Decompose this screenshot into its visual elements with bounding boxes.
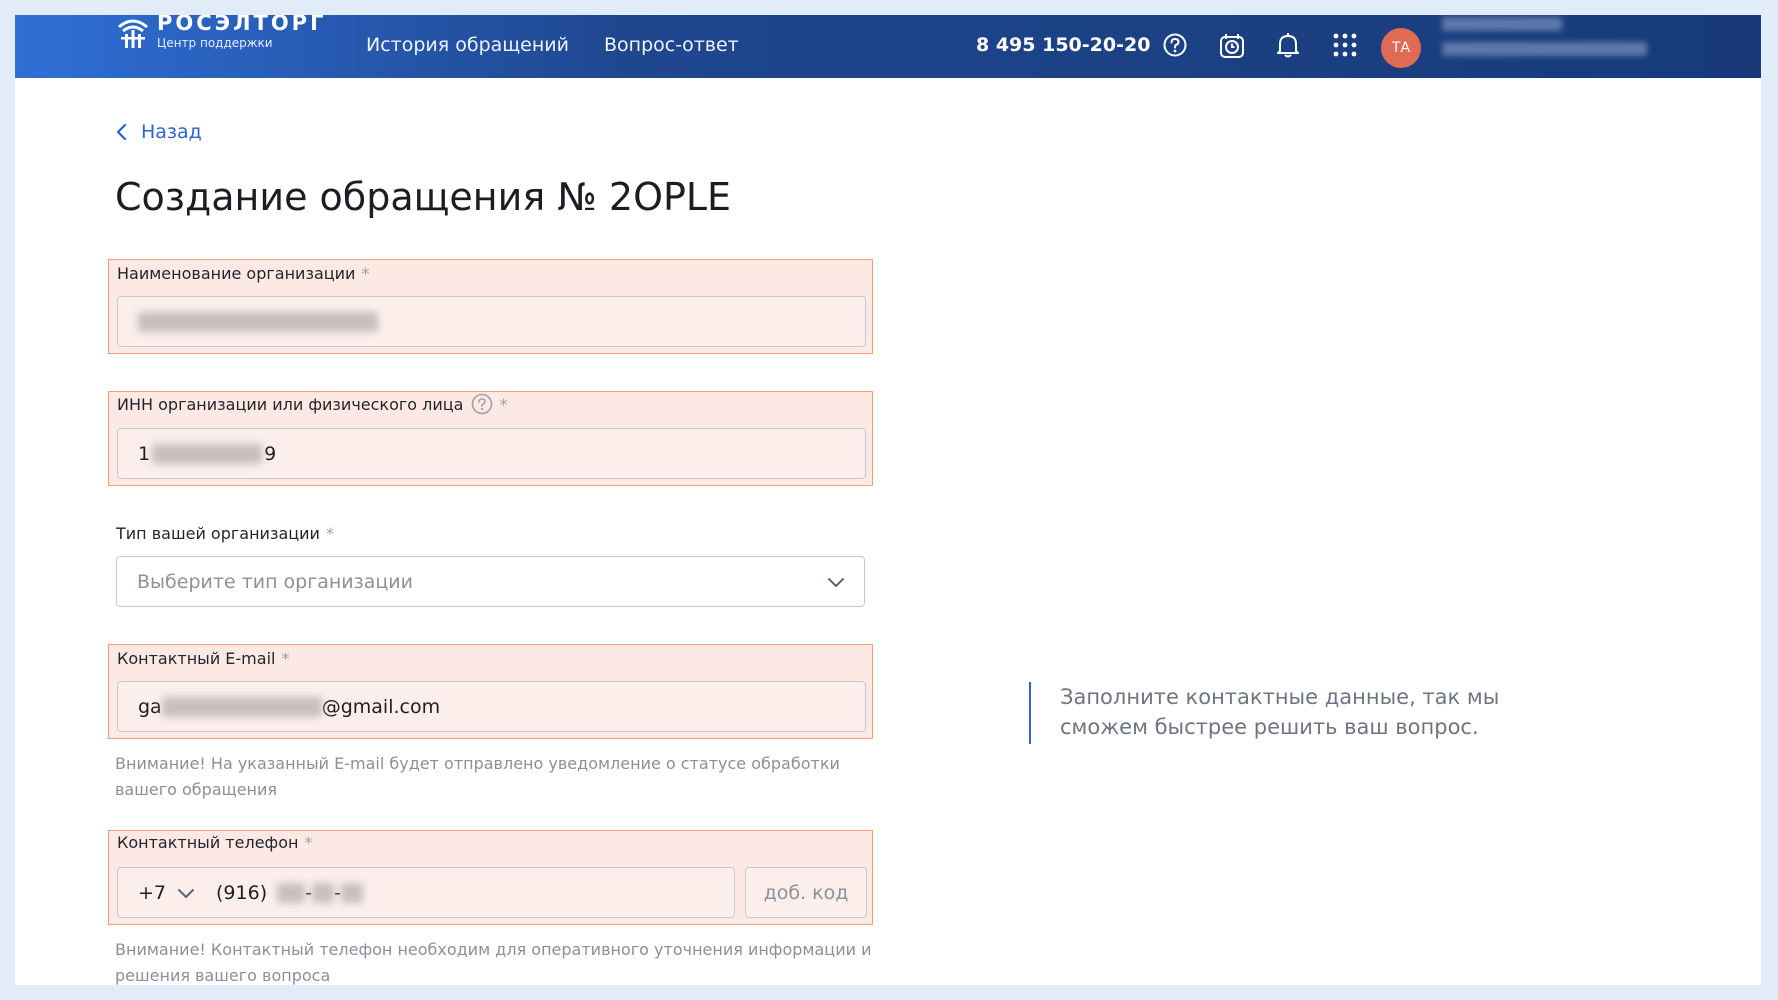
chevron-down-icon [828, 578, 844, 587]
chevron-down-icon[interactable] [176, 883, 196, 903]
email-label: Контактный E-mail * [117, 649, 290, 668]
logo[interactable]: РОСЭЛТОРГ Центр поддержки [115, 15, 326, 78]
country-code-select[interactable]: +7 [138, 882, 166, 904]
email-redacted [161, 696, 322, 717]
email-group: Контактный E-mail * ga @gmail.com [108, 644, 873, 739]
inn-input[interactable]: 1 9 [117, 428, 866, 479]
back-label: Назад [141, 121, 202, 143]
inn-redacted [152, 443, 263, 464]
phone-input[interactable]: +7 (916) - - [117, 867, 735, 918]
org-type-label: Тип вашей организации * [116, 524, 334, 543]
top-navigation-bar: РОСЭЛТОРГ Центр поддержки История обраще… [15, 15, 1761, 78]
alarm-clock-icon[interactable] [1218, 31, 1246, 59]
org-type-group: Тип вашей организации * Выберите тип орга… [108, 520, 873, 615]
org-name-label: Наименование организации * [117, 264, 370, 283]
phone-redacted [340, 882, 363, 903]
chevron-left-icon [116, 123, 127, 141]
support-phone[interactable]: 8 495 150-20-20 [976, 34, 1150, 56]
org-type-select[interactable]: Выберите тип организации [116, 556, 865, 607]
logo-icon [118, 19, 148, 48]
user-avatar[interactable]: ТА [1381, 28, 1421, 68]
org-name-group: Наименование организации * [108, 259, 873, 354]
question-circle-icon[interactable] [471, 393, 493, 415]
inn-group: ИНН организации или физического лица * 1… [108, 391, 873, 486]
user-name-redacted[interactable] [1442, 17, 1562, 31]
nav-link-faq[interactable]: Вопрос-ответ [604, 34, 739, 56]
phone-hint: Внимание! Контактный телефон необходим д… [115, 940, 872, 985]
inn-label: ИНН организации или физического лица * [117, 393, 508, 415]
user-org-redacted [1442, 42, 1647, 56]
page-title: Создание обращения № 2OPLE [115, 175, 732, 219]
logo-name: РОСЭЛТОРГ [157, 15, 327, 35]
apps-grid-icon[interactable] [1331, 31, 1359, 59]
phone-group: Контактный телефон * +7 (916) - - доб. ко… [108, 830, 873, 925]
help-icon[interactable] [1161, 31, 1189, 59]
app-window: РОСЭЛТОРГ Центр поддержки История обраще… [15, 15, 1761, 985]
contact-info-note: Заполните контактные данные, так мы смож… [1029, 682, 1589, 744]
nav-link-history[interactable]: История обращений [366, 34, 569, 56]
logo-subtitle: Центр поддержки [157, 36, 273, 50]
phone-extension-input[interactable]: доб. код [745, 867, 867, 918]
phone-label: Контактный телефон * [117, 833, 313, 852]
org-name-input[interactable] [117, 296, 866, 347]
email-input[interactable]: ga @gmail.com [117, 681, 866, 732]
back-link[interactable]: Назад [115, 121, 202, 143]
email-hint: Внимание! На указанный E-mail будет отпр… [115, 754, 840, 799]
org-name-redacted [138, 311, 378, 332]
bell-icon[interactable] [1274, 31, 1302, 59]
